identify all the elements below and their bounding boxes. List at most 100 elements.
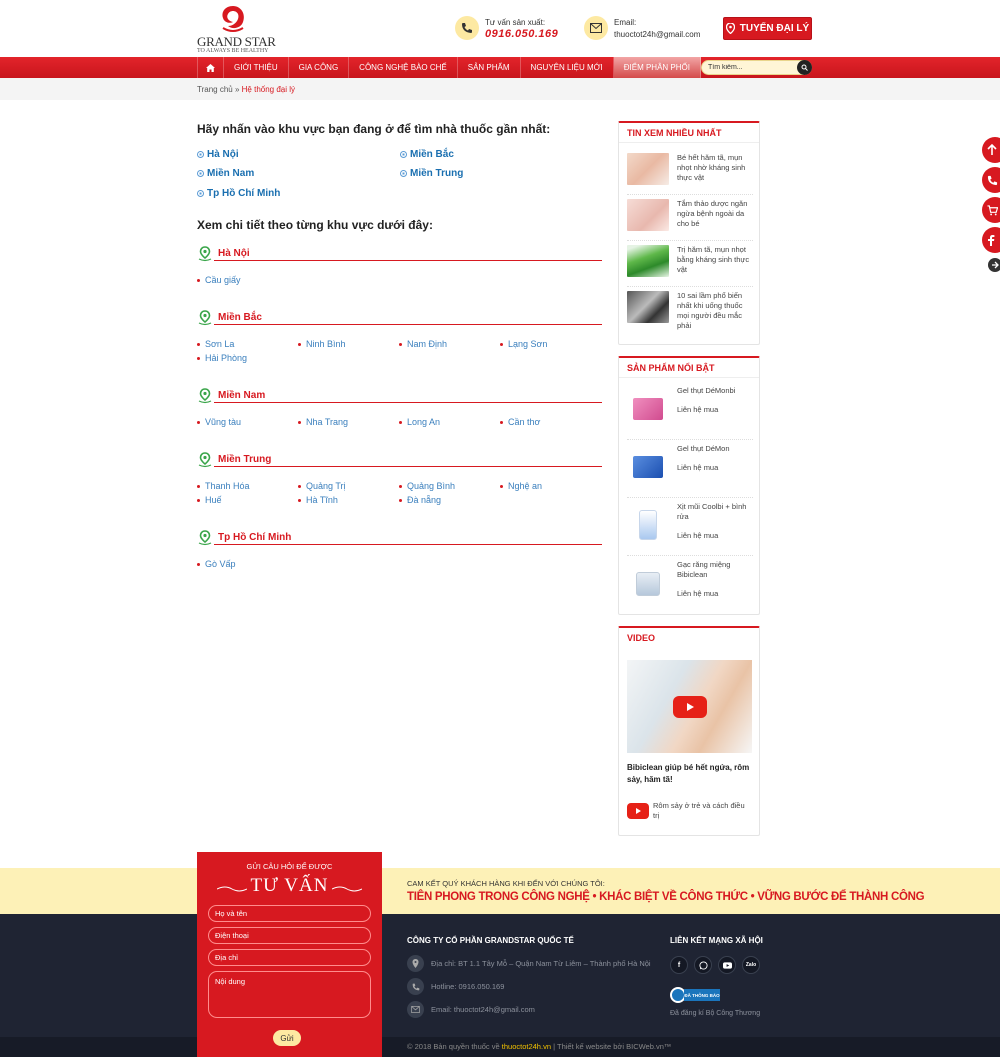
region-link-label: Miền Nam bbox=[207, 168, 255, 179]
region-link-mien-bac[interactable]: Miền Bắc bbox=[400, 149, 454, 160]
city-link[interactable]: Quảng Trị bbox=[298, 481, 346, 491]
product-item[interactable]: Gạc răng miệng Bibiclean Liên hệ mua bbox=[627, 556, 753, 614]
email-text[interactable]: Email: thuoctot24h@gmail.com bbox=[431, 1005, 535, 1014]
news-item[interactable]: 10 sai lầm phổ biến nhất khi uống thuốc … bbox=[627, 289, 753, 341]
breadcrumb-home[interactable]: Trang chủ bbox=[197, 85, 233, 94]
facebook-button[interactable] bbox=[982, 227, 1000, 253]
region-link-label: Tp Hồ Chí Minh bbox=[207, 188, 281, 199]
product-item[interactable]: Gel thụt DéMonbi Liên hệ mua bbox=[627, 382, 753, 440]
nav-new-materials[interactable]: NGUYÊN LIỆU MỚI bbox=[521, 57, 614, 78]
call-button[interactable] bbox=[982, 167, 1000, 193]
name-field[interactable] bbox=[208, 905, 371, 922]
bullet-icon bbox=[400, 151, 407, 158]
product-name: Gel thụt DéMonbi bbox=[677, 386, 736, 395]
detail-title: Xem chi tiết theo từng khu vực dưới đây: bbox=[197, 218, 433, 232]
product-item[interactable]: Xịt mũi Coolbi + bình rửa Liên hệ mua bbox=[627, 498, 753, 556]
facebook-icon bbox=[988, 235, 995, 246]
city-link[interactable]: Quảng Bình bbox=[399, 481, 455, 491]
city-link[interactable]: Cần thơ bbox=[500, 417, 540, 427]
youtube-icon bbox=[627, 803, 649, 819]
youtube-social-icon[interactable] bbox=[718, 956, 736, 974]
location-pin-icon bbox=[198, 310, 212, 326]
main-nav: GIỚI THIỆU GIA CÔNG CÔNG NGHỆ BÀO CHẾ SẢ… bbox=[0, 57, 1000, 78]
nav-technology[interactable]: CÔNG NGHỆ BÀO CHẾ bbox=[349, 57, 458, 78]
search-input[interactable] bbox=[708, 61, 796, 74]
designer-credit[interactable]: | Thiết kế website bởi BICWeb.vn™ bbox=[553, 1042, 671, 1051]
nav-home[interactable] bbox=[197, 57, 224, 78]
scroll-top-button[interactable] bbox=[982, 137, 1000, 163]
address-field[interactable] bbox=[208, 949, 371, 966]
city-link[interactable]: Nam Định bbox=[399, 339, 447, 349]
news-item[interactable]: Trị hăm tã, mụn nhọt bằng kháng sinh thự… bbox=[627, 243, 753, 287]
nav-about[interactable]: GIỚI THIỆU bbox=[224, 57, 289, 78]
city-link[interactable]: Thanh Hóa bbox=[197, 481, 250, 491]
search-box bbox=[701, 60, 812, 75]
message-field[interactable] bbox=[208, 971, 371, 1018]
news-title: Trị hăm tã, mụn nhọt bằng kháng sinh thự… bbox=[677, 245, 750, 274]
phone-field[interactable] bbox=[208, 927, 371, 944]
address-text: Địa chỉ: BT 1.1 Tây Mỗ – Quận Nam Từ Liê… bbox=[431, 959, 651, 968]
nav-processing[interactable]: GIA CÔNG bbox=[289, 57, 350, 78]
hotline-text[interactable]: Hotline: 0916.050.169 bbox=[431, 982, 504, 991]
email-block: Email: thuoctot24h@gmail.com bbox=[584, 16, 709, 42]
chat-icon bbox=[698, 960, 708, 970]
breadcrumb-current: Hệ thống đại lý bbox=[241, 85, 296, 94]
location-pin-icon bbox=[198, 388, 212, 404]
product-price: Liên hệ mua bbox=[677, 589, 719, 598]
divider bbox=[214, 260, 602, 261]
facebook-social-icon[interactable]: f bbox=[670, 956, 688, 974]
video-list-item[interactable]: Rôm sảy ở trẻ và cách điều trị bbox=[627, 801, 753, 825]
search-button[interactable] bbox=[797, 60, 812, 75]
region-link-mien-nam[interactable]: Miền Nam bbox=[197, 168, 254, 179]
product-price: Liên hệ mua bbox=[677, 463, 719, 472]
mail-icon bbox=[407, 1001, 424, 1018]
cart-button[interactable] bbox=[982, 197, 1000, 223]
product-name: Gạc răng miệng Bibiclean bbox=[677, 560, 731, 579]
grandstar-logo[interactable]: GRAND STAR TO ALWAYS BE HEALTHY bbox=[197, 4, 277, 54]
phone-icon bbox=[987, 175, 998, 185]
hotline-number[interactable]: 0916.050.169 bbox=[485, 28, 558, 40]
city-link[interactable]: Huế bbox=[197, 495, 222, 505]
city-link[interactable]: Long An bbox=[399, 417, 440, 427]
whatsapp-social-icon[interactable] bbox=[694, 956, 712, 974]
city-link[interactable]: Đà nẵng bbox=[399, 495, 441, 505]
city-link[interactable]: Nghệ an bbox=[500, 481, 542, 491]
hotline-block: Tư vấn sản xuất: 0916.050.169 bbox=[455, 16, 575, 42]
bullet-icon bbox=[197, 170, 204, 177]
news-item[interactable]: Tắm thảo dược ngăn ngừa bệnh ngoài da ch… bbox=[627, 197, 753, 241]
site-link[interactable]: thuoctot24h.vn bbox=[502, 1042, 551, 1051]
city-link[interactable]: Nha Trang bbox=[298, 417, 348, 427]
city-link[interactable]: Hà Tĩnh bbox=[298, 495, 338, 505]
nav-products[interactable]: SẢN PHẨM bbox=[458, 57, 521, 78]
breadcrumb-separator: » bbox=[234, 85, 240, 94]
ministry-badge[interactable]: ĐÃ THÔNG BÁO bbox=[670, 987, 720, 1003]
ministry-note: Đã đăng kí Bộ Công Thương bbox=[670, 1010, 761, 1017]
video-caption[interactable]: Bibiclean giúp bé hết ngứa, rôm sảy, hăm… bbox=[627, 762, 753, 786]
city-link[interactable]: Lạng Sơn bbox=[500, 339, 547, 349]
news-thumbnail bbox=[627, 291, 669, 323]
region-link-hcm[interactable]: Tp Hồ Chí Minh bbox=[197, 188, 280, 199]
zalo-social-icon[interactable]: Zalo bbox=[742, 956, 760, 974]
city-link[interactable]: Hải Phòng bbox=[197, 353, 247, 363]
video-player[interactable] bbox=[627, 660, 752, 753]
send-button[interactable]: Gửi bbox=[273, 1030, 301, 1046]
city-link[interactable]: Ninh Bình bbox=[298, 339, 346, 349]
news-item[interactable]: Bé hết hăm tã, mụn nhọt nhờ kháng sinh t… bbox=[627, 151, 753, 195]
region-link-ha-noi[interactable]: Hà Nội bbox=[197, 149, 239, 160]
region-section-title: Miền Bắc bbox=[218, 312, 262, 323]
city-link[interactable]: Vũng tàu bbox=[197, 417, 241, 427]
email-address[interactable]: thuoctot24h@gmail.com bbox=[614, 30, 700, 39]
nav-distribution[interactable]: ĐIỂM PHÂN PHỐI bbox=[613, 57, 701, 78]
region-link-mien-trung[interactable]: Miền Trung bbox=[400, 168, 463, 179]
news-thumbnail bbox=[627, 245, 669, 277]
site-header: GRAND STAR TO ALWAYS BE HEALTHY Tư vấn s… bbox=[0, 0, 1000, 57]
region-link-label: Miền Trung bbox=[410, 168, 464, 179]
city-link[interactable]: Cầu giấy bbox=[197, 275, 241, 285]
city-link[interactable]: Gò Vấp bbox=[197, 559, 236, 569]
city-link[interactable]: Sơn La bbox=[197, 339, 234, 349]
arrow-up-icon bbox=[987, 144, 997, 155]
recruit-agent-button[interactable]: TUYỂN ĐẠI LÝ bbox=[723, 17, 812, 40]
product-item[interactable]: Gel thụt DéMon Liên hệ mua bbox=[627, 440, 753, 498]
mail-icon bbox=[584, 16, 608, 40]
expand-arrow-button[interactable] bbox=[988, 258, 1000, 272]
